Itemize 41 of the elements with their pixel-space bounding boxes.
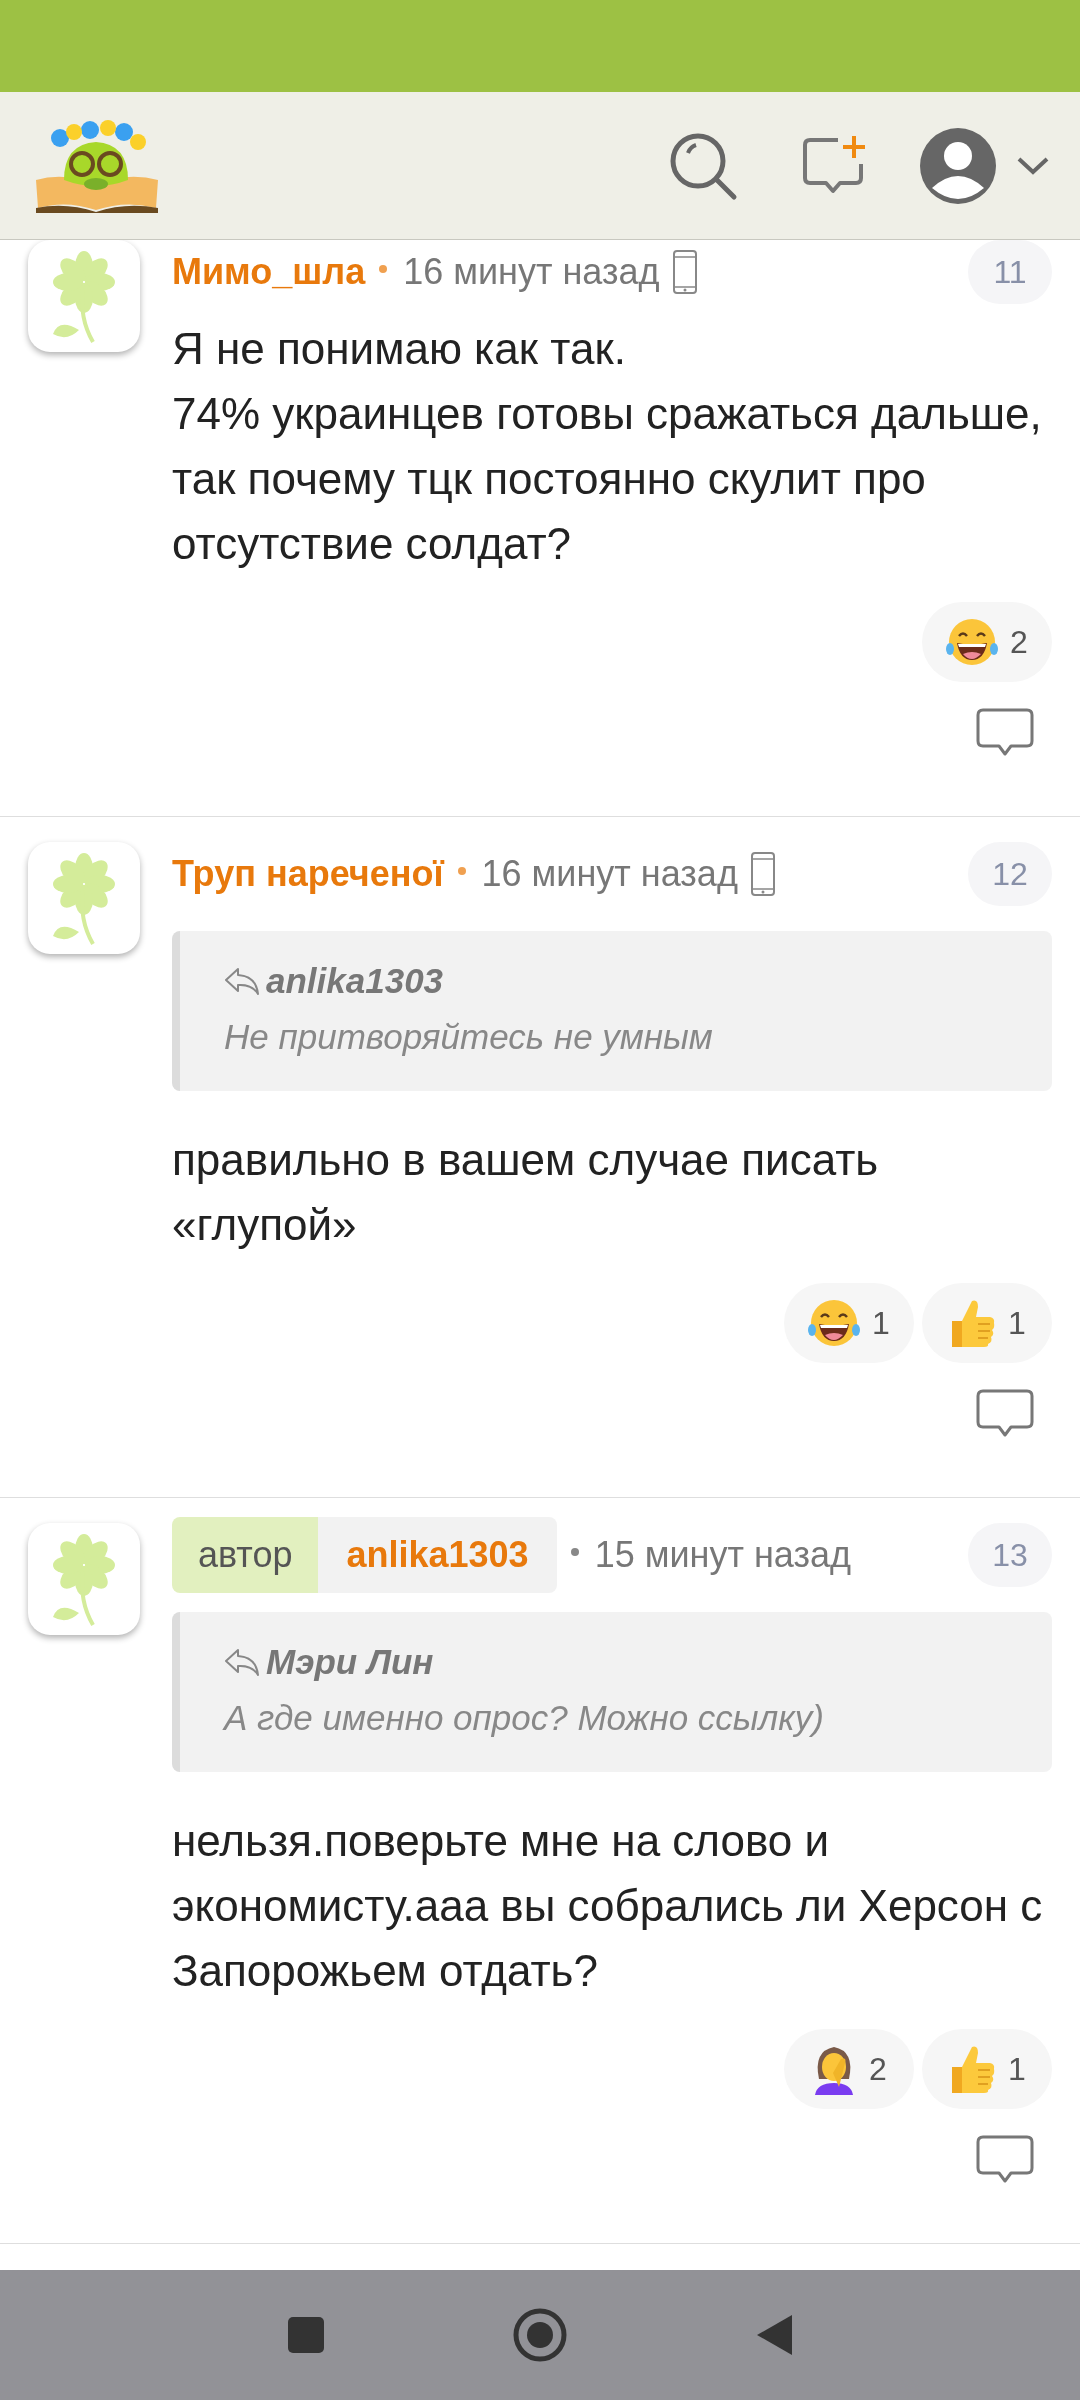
- reply-button[interactable]: [976, 708, 1034, 758]
- comment-icon: [976, 1389, 1034, 1439]
- comment-text: 74% украинцев готовы сражаться дальше, так почему тцк постоянно скулит про отсутствие солдат?: [172, 388, 1043, 570]
- comment-time: 16 минут назад: [403, 251, 660, 293]
- laughing-face-icon: [808, 1299, 861, 1347]
- reaction-button[interactable]: 1: [922, 2029, 1052, 2109]
- profile-menu-button[interactable]: [918, 125, 1050, 206]
- comment-text: правильно в вашем случае писать «глупой»: [172, 1134, 880, 1251]
- dot-icon: [379, 265, 388, 273]
- laughing-face-icon: [946, 618, 999, 666]
- reply-arrow-icon: [224, 966, 260, 996]
- comment-icon: [976, 2135, 1034, 2185]
- user-avatar-icon: [918, 125, 998, 206]
- quoted-author: Мэри Лин: [266, 1642, 434, 1682]
- reaction-button[interactable]: 2: [784, 2029, 914, 2109]
- reply-button[interactable]: [976, 1389, 1034, 1439]
- home-button[interactable]: [512, 2307, 568, 2363]
- comment-number-badge: 13: [968, 1523, 1052, 1587]
- dot-icon: [570, 1548, 579, 1556]
- comment-text: нельзя.поверьте мне на слово и экономисту.ааа вы собрались ли Херсон с Запорожьем отдать?: [172, 1815, 1044, 1997]
- reply-arrow-icon: [224, 1647, 260, 1677]
- reaction-button[interactable]: 2: [922, 602, 1052, 682]
- comment-icon: [976, 708, 1034, 758]
- quoted-text: А где именно опрос? Можно ссылку): [224, 1698, 825, 1738]
- chevron-down-icon: [1016, 155, 1050, 176]
- comment-number-badge: 12: [968, 842, 1052, 906]
- comment-time: 16 минут назад: [481, 853, 738, 895]
- quoted-author: anlika1303: [266, 961, 444, 1001]
- reaction-button[interactable]: 1: [784, 1283, 914, 1363]
- reaction-button[interactable]: 1: [922, 1283, 1052, 1363]
- recents-button[interactable]: [286, 2315, 326, 2355]
- home-circle-icon: [512, 2307, 568, 2363]
- comment-number-badge: 11: [968, 240, 1052, 304]
- author-label: автор: [172, 1517, 319, 1593]
- comment-time: 15 минут назад: [594, 1534, 851, 1576]
- reply-button[interactable]: [976, 2135, 1034, 2185]
- quoted-text: Не притворяйтесь не умным: [224, 1017, 714, 1057]
- logo-drawing[interactable]: [34, 117, 160, 214]
- square-icon: [286, 2315, 326, 2355]
- dot-icon: [457, 867, 466, 875]
- comment-text: Я не понимаю как так.: [172, 323, 627, 375]
